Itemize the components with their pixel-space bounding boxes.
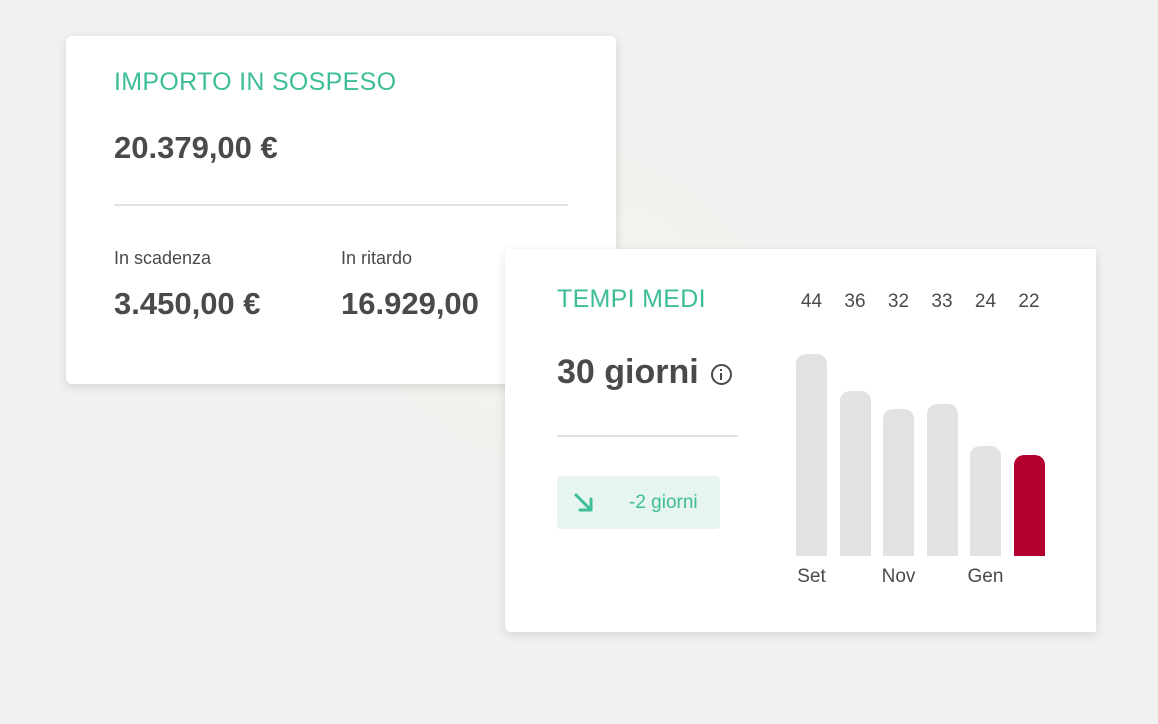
average-times-title: TEMPI MEDI [557,285,706,313]
outstanding-amount: 20.379,00 € [114,130,278,165]
bar-current-month [1013,455,1045,556]
bar [883,409,914,556]
bar-value-label: 44 [800,291,823,312]
late-label: In ritardo [341,248,413,268]
divider [557,435,738,437]
bar-value-label: 24 [974,291,997,312]
bar [839,391,871,556]
monthly-bar-chart: 44 36 32 33 24 22 Set Nov Gen [796,249,1056,632]
info-icon[interactable] [710,364,732,385]
bar-value-label: 36 [844,291,866,312]
arrow-down-right-icon [574,493,593,511]
month-tick-label: Set [797,566,826,587]
average-days-value: 30 giorni [557,353,732,392]
bar-value-label: 32 [887,291,910,312]
outstanding-title: IMPORTO IN SOSPESO [114,68,397,96]
bar [970,446,1001,556]
bar [926,404,958,556]
bar-value-label: 22 [1018,291,1040,312]
bar [796,354,827,556]
due-value: 3.450,00 € [114,286,261,321]
delta-text: -2 giorni [629,491,698,513]
late-value: 16.929,00 [341,286,479,321]
average-days-text: 30 giorni [557,353,699,391]
divider [114,204,568,206]
average-times-card: TEMPI MEDI 30 giorni -2 giorni 44 36 32 33 2… [505,249,1096,632]
delta-badge: -2 giorni [557,476,720,529]
month-tick-label: Gen [967,566,1004,587]
month-tick-label: Nov [881,566,916,587]
due-label: In scadenza [114,248,212,268]
bar-value-label: 33 [931,291,953,312]
